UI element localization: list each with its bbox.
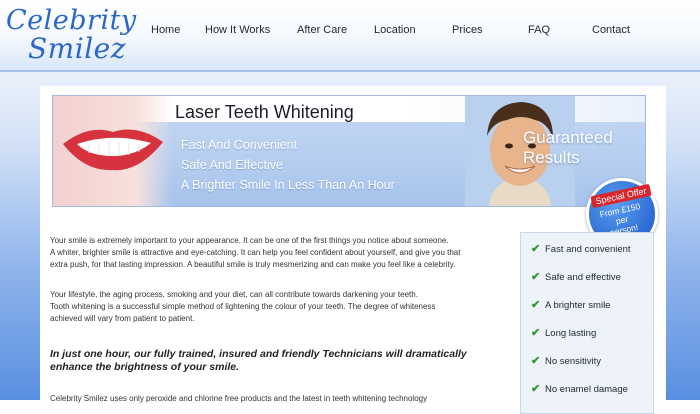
main-nav: Home How It Works After Care Location Pr… (130, 24, 700, 42)
nav-location[interactable]: Location (374, 24, 416, 36)
guarantee-text: Guaranteed Results (523, 128, 613, 168)
features-box: ✔ Fast and convenient ✔ Safe and effective… (520, 232, 654, 414)
lips-illustration (63, 129, 163, 171)
promo-banner: Laser Teeth Whitening Fast And Convenien… (52, 95, 646, 207)
banner-line-1: Fast And Convenient (181, 138, 298, 152)
guarantee-line-2: Results (523, 148, 580, 167)
feature-label: Long lasting (545, 328, 597, 339)
feature-item: ✔ Long lasting (531, 326, 596, 339)
intro-line-1: Your smile is extremely important to you… (50, 236, 449, 245)
intro-line-3: extra push, for that lasting impression.… (50, 260, 456, 269)
feature-label: A brighter smile (545, 300, 611, 311)
feature-label: Fast and convenient (545, 244, 631, 255)
nav-how-it-works[interactable]: How It Works (205, 24, 270, 36)
nav-contact[interactable]: Contact (592, 24, 630, 36)
check-icon: ✔ (531, 243, 541, 255)
intro-line-2: A whiter, brighter smile is attractive a… (50, 248, 461, 257)
feature-item: ✔ A brighter smile (531, 298, 610, 311)
feature-item: ✔ Fast and convenient (531, 242, 631, 255)
banner-title: Laser Teeth Whitening (175, 102, 354, 122)
check-icon: ✔ (531, 383, 541, 395)
check-icon: ✔ (531, 271, 541, 283)
footer-paragraph: Celebrity Smilez uses only peroxide and … (50, 394, 428, 403)
site-header: Celebrity Smilez Home How It Works After… (0, 0, 700, 72)
lifestyle-line-3: achieved will vary from patient to patie… (50, 314, 195, 323)
guarantee-line-1: Guaranteed (523, 128, 613, 147)
check-icon: ✔ (531, 327, 541, 339)
feature-label: No enamel damage (545, 384, 628, 395)
nav-after-care[interactable]: After Care (297, 24, 347, 36)
lifestyle-line-2: Tooth whitening is a successful simple m… (50, 302, 436, 311)
site-logo[interactable]: Celebrity Smilez (6, 4, 136, 68)
check-icon: ✔ (531, 299, 541, 311)
feature-item: ✔ No sensitivity (531, 354, 601, 367)
intro-paragraph: Your smile is extremely important to you… (50, 235, 510, 271)
banner-line-2: Safe And Effective (181, 158, 283, 172)
nav-home[interactable]: Home (151, 24, 180, 36)
banner-line-3: A Brighter Smile In Less Than An Hour (181, 178, 395, 192)
check-icon: ✔ (531, 355, 541, 367)
nav-prices[interactable]: Prices (452, 24, 483, 36)
lifestyle-paragraph: Your lifestyle, the aging process, smoki… (50, 289, 510, 325)
feature-label: Safe and effective (545, 272, 621, 283)
feature-item: ✔ No enamel damage (531, 382, 628, 395)
feature-label: No sensitivity (545, 356, 601, 367)
highlight-statement: In just one hour, our fully trained, ins… (50, 348, 467, 373)
nav-faq[interactable]: FAQ (528, 24, 550, 36)
lifestyle-line-1: Your lifestyle, the aging process, smoki… (50, 290, 418, 299)
smile-image (53, 96, 173, 206)
logo-line2: Smilez (28, 32, 126, 65)
feature-item: ✔ Safe and effective (531, 270, 621, 283)
